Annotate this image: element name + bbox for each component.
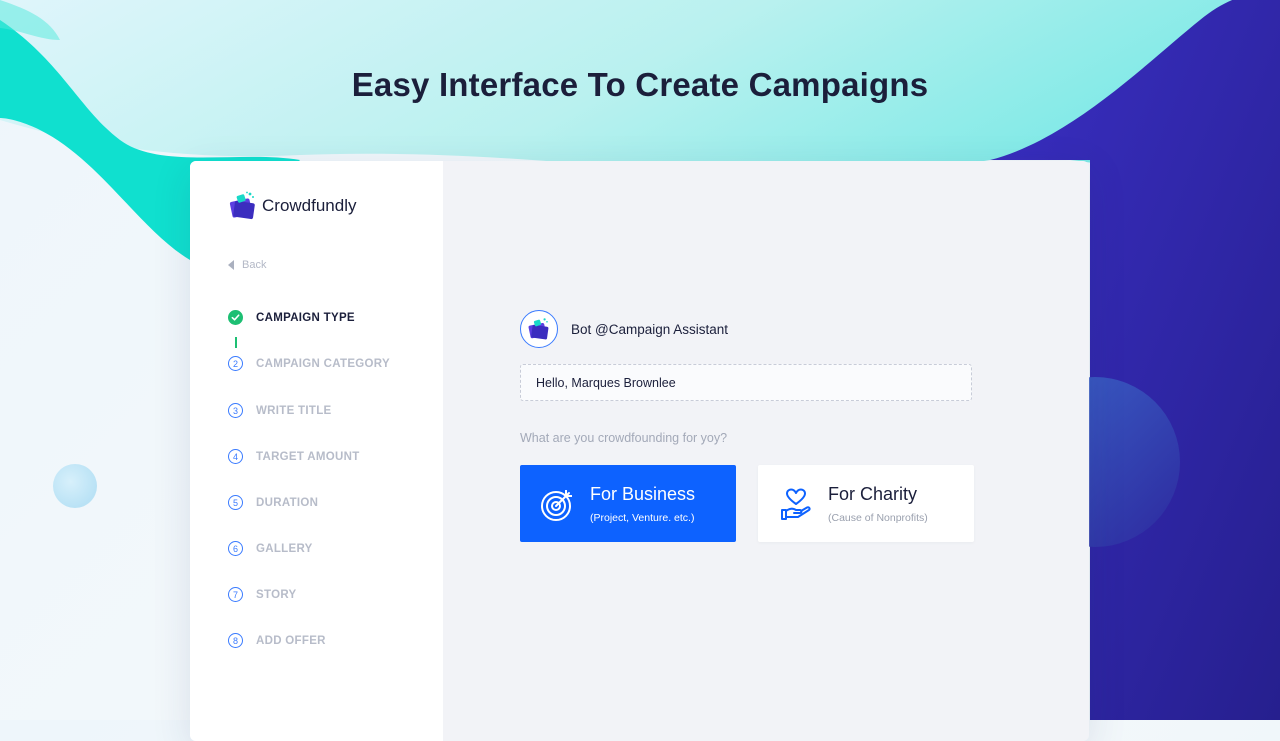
step-story[interactable]: 7 STORY — [228, 587, 296, 602]
step-add-offer[interactable]: 8 ADD OFFER — [228, 633, 326, 648]
step-number: 4 — [228, 449, 243, 464]
step-campaign-type[interactable]: CAMPAIGN TYPE — [228, 310, 355, 325]
for-charity-button[interactable]: For Charity (Cause of Nonprofits) — [758, 465, 974, 542]
back-link[interactable]: Back — [228, 259, 266, 271]
step-duration[interactable]: 5 DURATION — [228, 495, 318, 510]
step-label: TARGET AMOUNT — [256, 450, 360, 463]
step-number: 6 — [228, 541, 243, 556]
option-title: For Business — [590, 483, 696, 504]
step-gallery[interactable]: 6 GALLERY — [228, 541, 313, 556]
bot-header: Bot @Campaign Assistant — [520, 310, 728, 348]
step-label: STORY — [256, 588, 297, 601]
crowdfundly-logo-icon — [528, 318, 549, 340]
for-business-button[interactable]: For Business (Project, Venture. etc.) — [520, 465, 736, 542]
brand-name: Crowdfundly — [262, 196, 357, 215]
heart-hand-icon — [776, 484, 816, 524]
greeting-message: Hello, Marques Brownlee — [520, 364, 972, 401]
chat-panel: Bot @Campaign Assistant Hello, Marques B… — [443, 161, 1089, 741]
bot-name: Bot @Campaign Assistant — [571, 321, 729, 337]
step-label: CAMPAIGN TYPE — [256, 311, 355, 324]
step-target-amount[interactable]: 4 TARGET AMOUNT — [228, 449, 360, 464]
step-connector — [235, 337, 237, 348]
step-number: 8 — [228, 633, 243, 648]
back-label: Back — [242, 259, 267, 271]
question-text: What are you crowdfounding for yoy? — [520, 431, 728, 445]
step-write-title[interactable]: 3 WRITE TITLE — [228, 403, 331, 418]
brand-logo[interactable]: Crowdfundly — [228, 191, 357, 221]
step-label: CAMPAIGN CATEGORY — [256, 357, 390, 370]
bot-avatar — [520, 310, 558, 348]
option-title: For Charity — [828, 483, 918, 504]
step-label: GALLERY — [256, 542, 313, 555]
step-number: 7 — [228, 587, 243, 602]
step-label: WRITE TITLE — [256, 404, 332, 417]
step-campaign-category[interactable]: 2 CAMPAIGN CATEGORY — [228, 356, 390, 371]
back-arrow-icon — [228, 260, 234, 270]
step-label: ADD OFFER — [256, 634, 326, 647]
step-label: DURATION — [256, 496, 319, 509]
option-subtitle: (Project, Venture. etc.) — [590, 511, 695, 524]
step-number: 3 — [228, 403, 243, 418]
sidebar: Crowdfundly Back CAMPAIGN TYPE 2 CAMPAIG… — [190, 161, 443, 741]
check-circle-icon — [228, 310, 243, 325]
crowdfundly-logo-icon — [229, 191, 255, 220]
campaign-builder-card: Crowdfundly Back CAMPAIGN TYPE 2 CAMPAIG… — [190, 161, 1089, 741]
step-number: 5 — [228, 495, 243, 510]
target-icon — [538, 484, 578, 524]
step-number: 2 — [228, 356, 243, 371]
page-headline: Easy Interface To Create Campaigns — [351, 66, 929, 103]
option-subtitle: (Cause of Nonprofits) — [828, 511, 928, 524]
